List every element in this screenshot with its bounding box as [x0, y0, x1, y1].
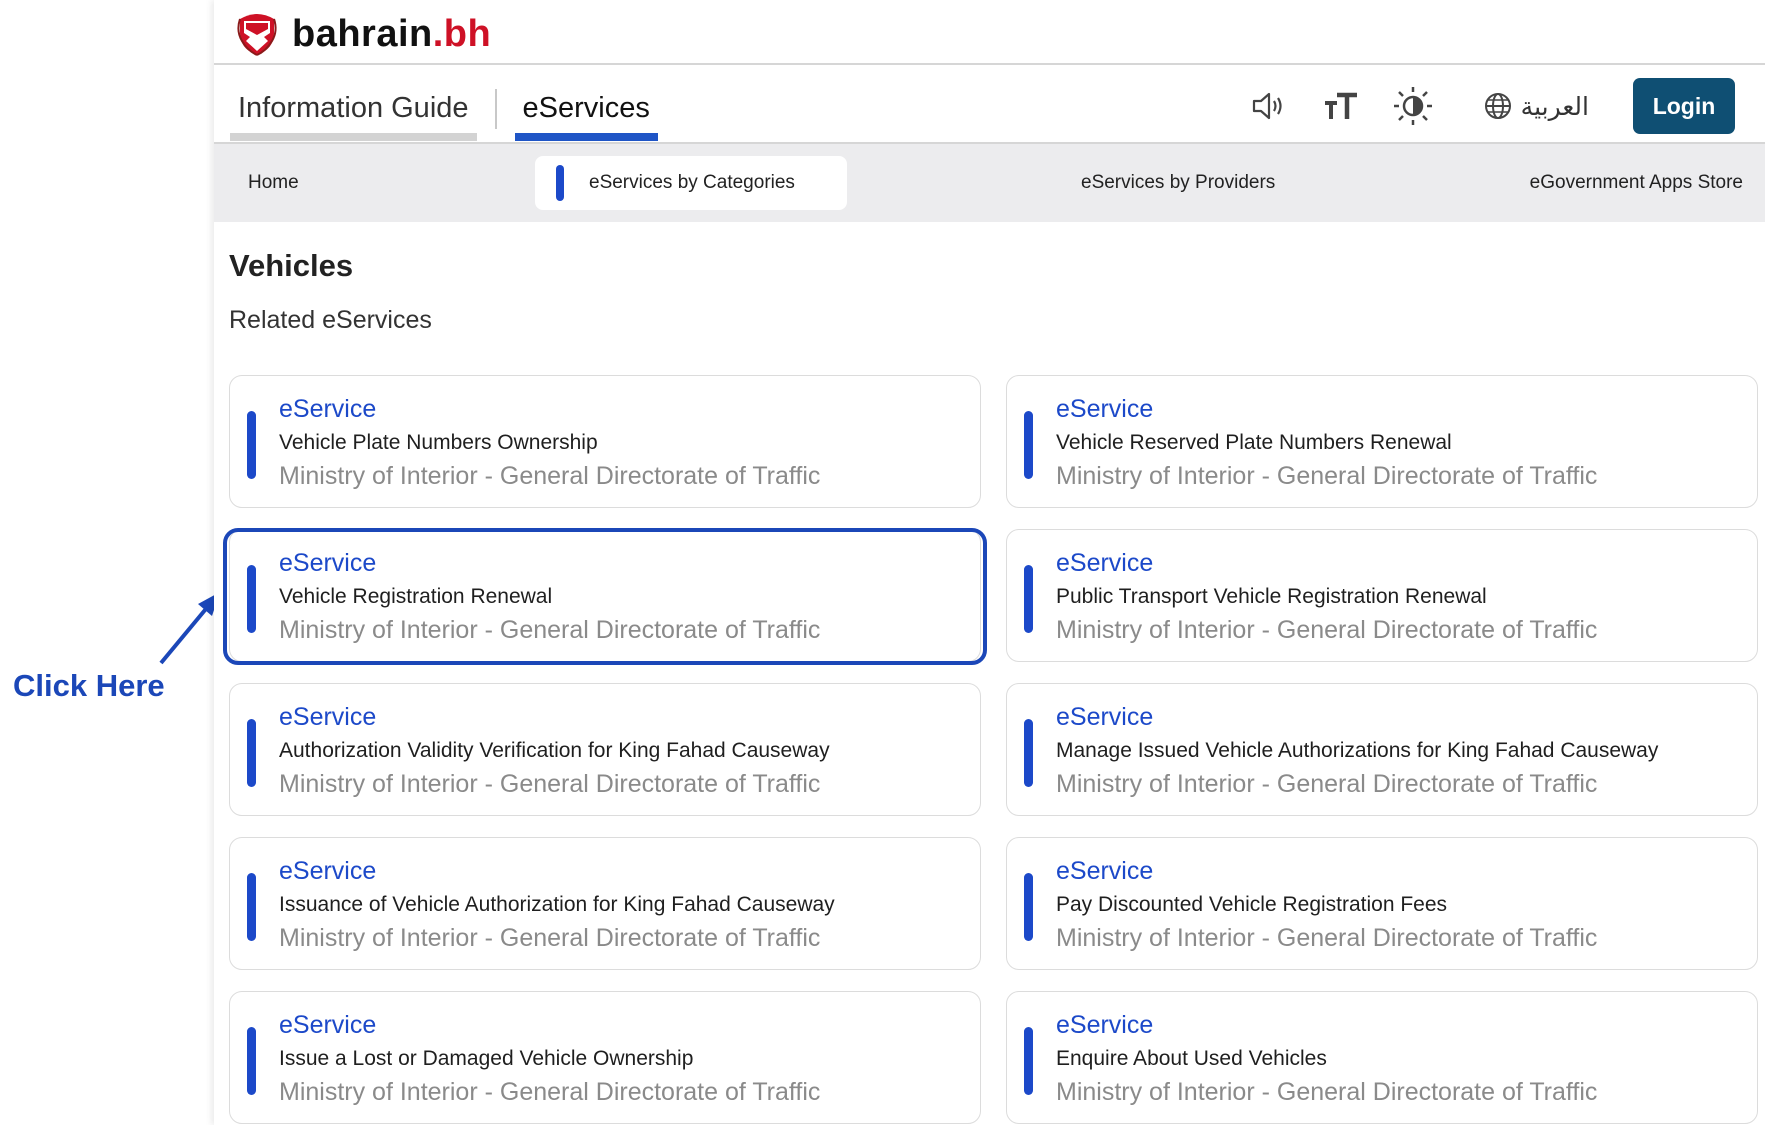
service-card[interactable]: eService Public Transport Vehicle Regist…: [1006, 529, 1758, 662]
card-accent-bar: [1024, 1027, 1033, 1095]
subnav-home[interactable]: Home: [248, 144, 299, 222]
card-title: Vehicle Reserved Plate Numbers Renewal: [1056, 431, 1452, 454]
card-accent-bar: [1024, 411, 1033, 479]
page-subtitle: Related eServices: [229, 306, 432, 334]
subnav-egovernment-apps-store[interactable]: eGovernment Apps Store: [1530, 144, 1743, 222]
service-card[interactable]: eService Vehicle Plate Numbers Ownership…: [229, 375, 981, 508]
brand-name: bahrain.bh: [292, 12, 492, 55]
card-title: Public Transport Vehicle Registration Re…: [1056, 585, 1487, 608]
card-accent-bar: [247, 411, 256, 479]
accessibility-tools: العربية Login: [1219, 78, 1735, 134]
card-provider: Ministry of Interior - General Directora…: [1056, 462, 1598, 490]
service-card[interactable]: eService Authorization Validity Verifica…: [229, 683, 981, 816]
card-type: eService: [1056, 1011, 1154, 1039]
service-card[interactable]: eService Vehicle Registration Renewal Mi…: [229, 529, 981, 662]
tab-information-guide[interactable]: Information Guide: [230, 85, 477, 141]
card-accent-bar: [1024, 565, 1033, 633]
card-title: Authorization Validity Verification for …: [279, 739, 830, 762]
login-button[interactable]: Login: [1633, 78, 1735, 134]
tab-eservices[interactable]: eServices: [514, 85, 659, 141]
subnav-label: eServices by Categories: [589, 172, 795, 193]
browser-page: bahrain.bh Information Guide eServices ا…: [214, 0, 1765, 1125]
main-tabs: Information Guide eServices: [230, 85, 659, 141]
card-title: Manage Issued Vehicle Authorizations for…: [1056, 739, 1659, 762]
text-size-icon[interactable]: [1319, 84, 1363, 128]
card-accent-bar: [247, 1027, 256, 1095]
card-type: eService: [1056, 549, 1154, 577]
card-provider: Ministry of Interior - General Directora…: [279, 1078, 821, 1106]
language-label: العربية: [1520, 91, 1589, 121]
click-here-annotation: Click Here: [13, 668, 165, 703]
contrast-icon[interactable]: [1391, 84, 1435, 128]
card-provider: Ministry of Interior - General Directora…: [1056, 616, 1598, 644]
card-accent-bar: [247, 873, 256, 941]
page-title: Vehicles: [229, 248, 354, 283]
sub-navigation: Home eServices by Categories eServices b…: [214, 144, 1765, 222]
speaker-icon[interactable]: [1247, 84, 1291, 128]
card-type: eService: [279, 549, 377, 577]
card-title: Issue a Lost or Damaged Vehicle Ownershi…: [279, 1047, 694, 1070]
card-provider: Ministry of Interior - General Directora…: [1056, 924, 1598, 952]
card-provider: Ministry of Interior - General Directora…: [279, 924, 821, 952]
card-provider: Ministry of Interior - General Directora…: [279, 616, 821, 644]
card-type: eService: [1056, 857, 1154, 885]
service-card[interactable]: eService Enquire About Used Vehicles Min…: [1006, 991, 1758, 1124]
service-card[interactable]: eService Manage Issued Vehicle Authoriza…: [1006, 683, 1758, 816]
card-type: eService: [279, 395, 377, 423]
header-divider: [214, 63, 1765, 65]
service-card[interactable]: eService Issuance of Vehicle Authorizati…: [229, 837, 981, 970]
card-title: Pay Discounted Vehicle Registration Fees: [1056, 893, 1448, 916]
card-title: Vehicle Registration Renewal: [279, 585, 553, 608]
card-title: Enquire About Used Vehicles: [1056, 1047, 1327, 1070]
card-title: Vehicle Plate Numbers Ownership: [279, 431, 598, 454]
card-type: eService: [1056, 395, 1154, 423]
subnav-eservices-by-categories[interactable]: eServices by Categories: [535, 156, 847, 210]
card-type: eService: [1056, 703, 1154, 731]
card-accent-bar: [1024, 719, 1033, 787]
card-accent-bar: [1024, 873, 1033, 941]
subnav-eservices-by-providers[interactable]: eServices by Providers: [1081, 144, 1275, 222]
card-provider: Ministry of Interior - General Directora…: [1056, 1078, 1598, 1106]
card-accent-bar: [247, 565, 256, 633]
tab-separator: [494, 89, 497, 129]
card-provider: Ministry of Interior - General Directora…: [279, 770, 821, 798]
globe-icon: [1484, 93, 1511, 119]
card-title: Issuance of Vehicle Authorization for Ki…: [279, 893, 835, 916]
bahrain-emblem-icon: [237, 14, 277, 56]
service-card[interactable]: eService Pay Discounted Vehicle Registra…: [1006, 837, 1758, 970]
service-card[interactable]: eService Vehicle Reserved Plate Numbers …: [1006, 375, 1758, 508]
card-accent-bar: [247, 719, 256, 787]
selected-indicator: [556, 165, 564, 201]
brand-header[interactable]: bahrain.bh: [234, 8, 491, 60]
card-type: eService: [279, 1011, 377, 1039]
service-card[interactable]: eService Issue a Lost or Damaged Vehicle…: [229, 991, 981, 1124]
card-type: eService: [279, 857, 377, 885]
language-switch[interactable]: العربية: [1483, 91, 1589, 121]
card-provider: Ministry of Interior - General Directora…: [279, 462, 821, 490]
card-provider: Ministry of Interior - General Directora…: [1056, 770, 1598, 798]
card-type: eService: [279, 703, 377, 731]
